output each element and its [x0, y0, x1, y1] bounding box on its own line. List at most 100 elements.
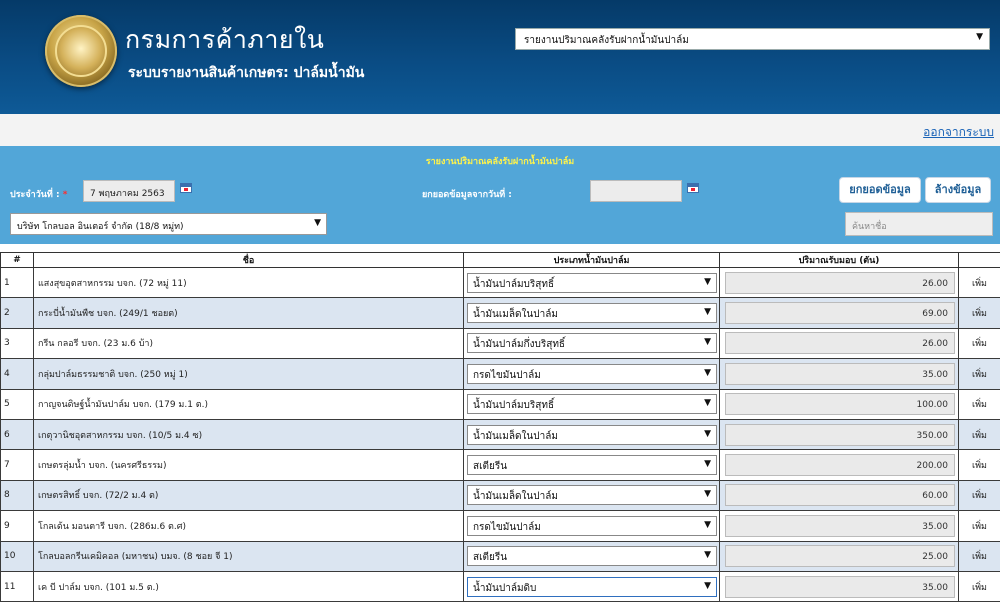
system-name: ระบบรายงานสินค้าเกษตร: ปาล์มน้ำมัน	[128, 62, 364, 84]
dropdown-arrow-icon: ▼	[704, 429, 711, 439]
oil-type-select[interactable]: กรดไขมันปาล์ม▼	[467, 516, 717, 536]
oil-type-value: น้ำมันเมล็ดในปาล์ม	[473, 491, 558, 502]
company-name: โกลเด้น มอนตารี บจก. (286ม.6 ต.ศ)	[34, 511, 464, 541]
type-cell: น้ำมันปาล์มบริสุทธิ์▼	[464, 389, 720, 419]
org-name: กรมการค้าภายใน	[125, 20, 324, 60]
department-logo	[45, 15, 117, 87]
site-header: กรมการค้าภายใน ระบบรายงานสินค้าเกษตร: ปา…	[0, 0, 1000, 114]
oil-type-value: กรดไขมันปาล์ม	[473, 522, 541, 533]
amount-cell: 25.00	[720, 541, 959, 571]
col-header-action	[959, 253, 1000, 268]
table-row: 5กาญจนดิษฐ์น้ำมันปาล์ม บจก. (179 ม.1 ต.)…	[1, 389, 1000, 419]
row-number: 7	[1, 450, 34, 480]
calendar-icon[interactable]	[180, 183, 192, 193]
oil-type-select[interactable]: น้ำมันเมล็ดในปาล์ม ▼	[467, 485, 717, 505]
clear-data-button[interactable]: ล้างข้อมูล	[925, 177, 991, 203]
add-link[interactable]: เพิ่ม	[959, 359, 1000, 389]
table-row: 2กระบี่น้ำมันพืช บจก. (249/1 ชอยต)น้ำมัน…	[1, 298, 1000, 328]
amount-cell: 26.00	[720, 328, 959, 358]
amount-input[interactable]: 69.00	[725, 302, 955, 324]
dropdown-arrow-icon: ▼	[704, 277, 711, 287]
amount-input[interactable]: 60.00	[725, 484, 955, 506]
dropdown-arrow-icon: ▼	[704, 337, 711, 347]
type-cell: น้ำมันเมล็ดในปาล์ม ▼	[464, 419, 720, 449]
date-label: ประจำวันที่ : *	[10, 187, 67, 201]
col-header-no: #	[1, 253, 34, 268]
table-row: 11เค บี ปาล์ม บจก. (101 ม.5 ต.)น้ำมันปาล…	[1, 571, 1000, 601]
type-cell: น้ำมันปาล์มดิบ ▼	[464, 571, 720, 601]
oil-type-select[interactable]: น้ำมันเมล็ดในปาล์ม ▼	[467, 425, 717, 445]
oil-type-select[interactable]: น้ำมันปาล์มดิบ ▼	[467, 577, 717, 597]
amount-input[interactable]: 35.00	[725, 515, 955, 537]
amount-input[interactable]: 100.00	[725, 393, 955, 415]
amount-cell: 35.00	[720, 511, 959, 541]
amount-cell: 350.00	[720, 419, 959, 449]
dropdown-arrow-icon: ▼	[704, 368, 711, 378]
table-row: 3กรีน กลอรี บจก. (23 ม.6 บ้า)น้ำมันปาล์ม…	[1, 328, 1000, 358]
company-select[interactable]: บริษัท โกลบอล อินเตอร์ จำกัด (18/8 หมู่ท…	[10, 213, 327, 235]
oil-type-value: น้ำมันเมล็ดในปาล์ม	[473, 431, 558, 442]
oil-type-value: น้ำมันปาล์มบริสุทธิ์	[473, 279, 554, 290]
dropdown-arrow-icon: ▼	[976, 32, 983, 42]
type-cell: น้ำมันปาล์มบริสุทธิ์ ▼	[464, 268, 720, 298]
amount-cell: 26.00	[720, 268, 959, 298]
oil-type-select[interactable]: น้ำมันปาล์มกึ่งบริสุทธิ์▼	[467, 333, 717, 353]
row-number: 8	[1, 480, 34, 510]
amount-input[interactable]: 26.00	[725, 332, 955, 354]
oil-type-select[interactable]: น้ำมันเมล็ดในปาล์ม▼	[467, 303, 717, 323]
panel-title: รายงานปริมาณคลังรับฝากน้ำมันปาล์ม	[0, 154, 1000, 168]
search-input[interactable]: ค้นหาชื่อ	[845, 212, 993, 236]
add-link[interactable]: เพิ่ม	[959, 328, 1000, 358]
required-mark: *	[63, 190, 68, 200]
company-name: กรีน กลอรี บจก. (23 ม.6 บ้า)	[34, 328, 464, 358]
row-number: 4	[1, 359, 34, 389]
row-number: 5	[1, 389, 34, 419]
oil-type-select[interactable]: สเตียรีน▼	[467, 546, 717, 566]
amount-input[interactable]: 25.00	[725, 545, 955, 567]
report-select[interactable]: รายงานปริมาณคลังรับฝากน้ำมันปาล์ม ▼	[515, 28, 990, 50]
oil-type-select[interactable]: น้ำมันปาล์มบริสุทธิ์ ▼	[467, 273, 717, 293]
add-link[interactable]: เพิ่ม	[959, 298, 1000, 328]
table-row: 1แสงสุขอุตสาหกรรม บจก. (72 หมู่ 11)น้ำมั…	[1, 268, 1000, 298]
company-name: กระบี่น้ำมันพืช บจก. (249/1 ชอยต)	[34, 298, 464, 328]
add-link[interactable]: เพิ่ม	[959, 541, 1000, 571]
oil-type-select[interactable]: สเตียรีน▼	[467, 455, 717, 475]
company-name: กาญจนดิษฐ์น้ำมันปาล์ม บจก. (179 ม.1 ต.)	[34, 389, 464, 419]
amount-input[interactable]: 26.00	[725, 272, 955, 294]
amount-input[interactable]: 200.00	[725, 454, 955, 476]
add-link[interactable]: เพิ่ม	[959, 389, 1000, 419]
table-header-row: # ชื่อ ประเภทน้ำมันปาล์ม ปริมาณรับมอบ (ต…	[1, 253, 1000, 268]
row-number: 6	[1, 419, 34, 449]
table-row: 4กลุ่มปาล์มธรรมชาติ บจก. (250 หมู่ 1)กรด…	[1, 359, 1000, 389]
table-row: 7เกษตรลุ่มน้ำ บจก. (นครศรีธรรม)สเตียรีน▼…	[1, 450, 1000, 480]
col-header-amount: ปริมาณรับมอบ (ตัน)	[720, 253, 959, 268]
amount-input[interactable]: 35.00	[725, 576, 955, 598]
row-number: 2	[1, 298, 34, 328]
copy-data-button[interactable]: ยกยอดข้อมูล	[839, 177, 921, 203]
oil-type-select[interactable]: กรดไขมันปาล์ม▼	[467, 364, 717, 384]
add-link[interactable]: เพิ่ม	[959, 268, 1000, 298]
logout-link[interactable]: ออกจากระบบ	[923, 123, 994, 142]
add-link[interactable]: เพิ่ม	[959, 450, 1000, 480]
company-name: กลุ่มปาล์มธรรมชาติ บจก. (250 หมู่ 1)	[34, 359, 464, 389]
amount-cell: 35.00	[720, 571, 959, 601]
copy-from-date-input[interactable]	[590, 180, 682, 202]
dropdown-arrow-icon: ▼	[704, 489, 711, 499]
company-name: เกษตรลุ่มน้ำ บจก. (นครศรีธรรม)	[34, 450, 464, 480]
add-link[interactable]: เพิ่ม	[959, 480, 1000, 510]
calendar-icon[interactable]	[687, 183, 699, 193]
add-link[interactable]: เพิ่ม	[959, 419, 1000, 449]
amount-input[interactable]: 350.00	[725, 424, 955, 446]
table-row: 9โกลเด้น มอนตารี บจก. (286ม.6 ต.ศ)กรดไขม…	[1, 511, 1000, 541]
row-number: 3	[1, 328, 34, 358]
dropdown-arrow-icon: ▼	[704, 581, 711, 591]
date-input[interactable]: 7 พฤษภาคม 2563	[83, 180, 175, 202]
amount-input[interactable]: 35.00	[725, 363, 955, 385]
add-link[interactable]: เพิ่ม	[959, 511, 1000, 541]
add-link[interactable]: เพิ่ม	[959, 571, 1000, 601]
top-bar: ออกจากระบบ	[0, 114, 1000, 146]
row-number: 10	[1, 541, 34, 571]
oil-type-value: น้ำมันปาล์มดิบ	[473, 583, 536, 594]
col-header-name: ชื่อ	[34, 253, 464, 268]
oil-type-select[interactable]: น้ำมันปาล์มบริสุทธิ์▼	[467, 394, 717, 414]
